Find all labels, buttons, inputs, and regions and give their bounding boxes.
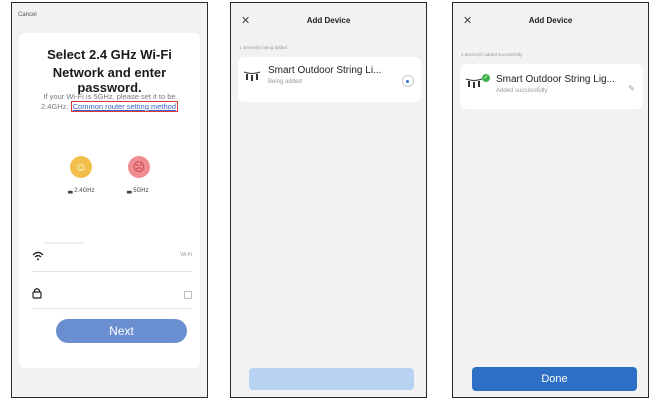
status-text: 1 device(s) being added bbox=[239, 45, 288, 50]
band-5ghz-label: 5GHz bbox=[133, 188, 149, 194]
show-password-checkbox[interactable] bbox=[184, 291, 192, 299]
done-button[interactable]: Done bbox=[472, 367, 637, 391]
status-text: 1 device(s) added successfully bbox=[461, 52, 523, 57]
wifi-setup-screen: Cancel Select 2.4 GHz Wi-Fi Network and … bbox=[11, 2, 208, 398]
wifi-icon bbox=[32, 250, 44, 264]
heading-line-2: Network and enter password. bbox=[52, 65, 167, 95]
smile-icon: ☺ bbox=[70, 156, 92, 178]
lock-icon bbox=[32, 287, 42, 302]
cancel-button[interactable]: Cancel bbox=[18, 12, 37, 18]
wifi-switch-link[interactable]: Wi-Fi bbox=[180, 252, 192, 258]
band-2-4ghz-label: 2.4GHz bbox=[74, 188, 95, 194]
device-status: Added successfully bbox=[496, 88, 548, 94]
next-button[interactable]: Next bbox=[56, 319, 187, 343]
wifi-name-field[interactable]: Wi-Fi bbox=[32, 242, 192, 272]
password-field[interactable] bbox=[32, 284, 192, 309]
wifi-setup-card: Select 2.4 GHz Wi-Fi Network and enter p… bbox=[19, 33, 200, 368]
device-status: Being added bbox=[268, 79, 302, 85]
device-name: Smart Outdoor String Li... bbox=[268, 65, 382, 76]
edit-icon[interactable]: ✎ bbox=[628, 84, 635, 93]
heading-line-1: Select 2.4 GHz Wi-Fi bbox=[47, 47, 172, 62]
frown-icon: ☹ bbox=[128, 156, 150, 178]
band-2-4ghz: ▃ 2.4GHz bbox=[68, 187, 95, 194]
string-lights-icon bbox=[243, 69, 261, 81]
hint-line-1: If your Wi-Fi is 5GHz, please set it to … bbox=[43, 92, 176, 101]
hint-prefix: 2.4GHz. bbox=[41, 102, 69, 111]
device-card[interactable]: Smart Outdoor String Li... Being added bbox=[238, 57, 421, 102]
add-device-progress-screen: ✕ Add Device 1 device(s) being added Sma… bbox=[230, 2, 427, 398]
check-icon: ✓ bbox=[482, 74, 490, 82]
page-title: Add Device bbox=[306, 16, 351, 25]
done-button-disabled bbox=[249, 368, 414, 390]
router-icon: ▃ bbox=[68, 188, 73, 194]
loading-spinner-icon bbox=[402, 75, 414, 87]
device-card[interactable]: ✓ Smart Outdoor String Lig... Added succ… bbox=[460, 64, 643, 109]
wifi-name-placeholder bbox=[44, 242, 84, 244]
device-name: Smart Outdoor String Lig... bbox=[496, 74, 615, 85]
band-5ghz: ▃ 5GHz bbox=[127, 187, 149, 194]
router-icon: ▃ bbox=[127, 188, 132, 194]
page-title: Add Device bbox=[528, 16, 573, 25]
add-device-success-screen: ✕ Add Device 1 device(s) added successfu… bbox=[452, 2, 649, 398]
band-hint: If your Wi-Fi is 5GHz, please set it to … bbox=[12, 92, 207, 112]
string-lights-icon bbox=[465, 76, 483, 88]
router-setting-link[interactable]: Common router setting method bbox=[70, 101, 178, 112]
